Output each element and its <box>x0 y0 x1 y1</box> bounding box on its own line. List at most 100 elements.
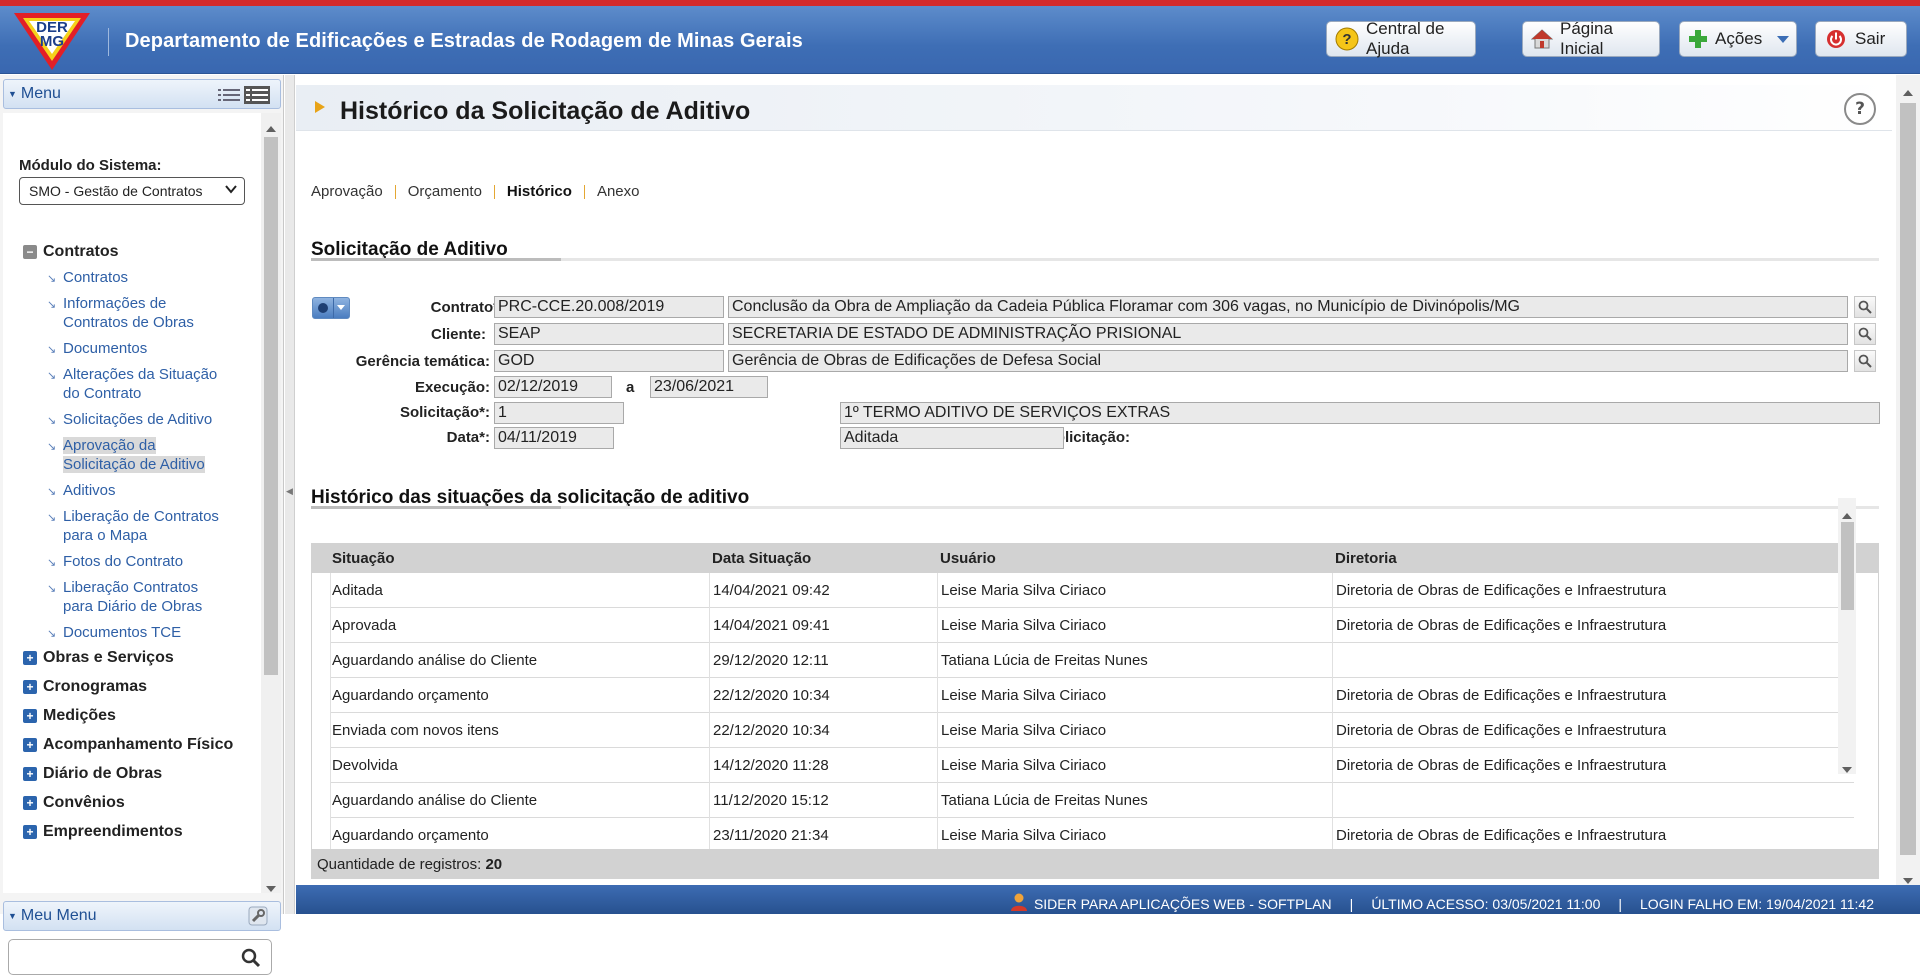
sidebar-splitter[interactable]: ◀ <box>285 75 295 914</box>
sidebar-item-fotos-contrato[interactable]: ↘ Fotos do Contrato <box>47 552 257 571</box>
actions-button[interactable]: Ações <box>1679 21 1797 57</box>
sidebar-item-documentos-tce[interactable]: ↘ Documentos TCE <box>47 623 257 642</box>
sidebar-item-aprovacao-solicitacao[interactable]: ↘ Aprovação da Solicitação de Aditivo <box>47 436 257 474</box>
contrato-desc-field[interactable]: Conclusão da Obra de Ampliação da Cadeia… <box>728 296 1848 318</box>
cell-divider <box>330 608 331 643</box>
sidebar-item-label: Fotos do Contrato <box>63 553 184 570</box>
scroll-up-arrow-icon[interactable] <box>1903 83 1913 101</box>
page-scrollbar[interactable] <box>1896 75 1920 885</box>
table-row[interactable]: Aprovada 14/04/2021 09:41 Leise Maria Si… <box>330 608 1854 643</box>
descricao-field[interactable]: 1º TERMO ADITIVO DE SERVIÇOS EXTRAS <box>840 402 1880 424</box>
home-page-label: Página Inicial <box>1560 19 1613 58</box>
cliente-desc-field[interactable]: SECRETARIA DE ESTADO DE ADMINISTRAÇÃO PR… <box>728 323 1848 345</box>
contrato-code-field[interactable]: PRC-CCE.20.008/2019 <box>494 296 724 318</box>
column-header-data-situacao[interactable]: Data Situação <box>712 550 811 567</box>
cell-situacao: Enviada com novos itens <box>332 722 499 739</box>
sidebar-item-contratos[interactable]: ↘ Contratos <box>47 268 257 287</box>
cell-divider <box>937 643 938 678</box>
collapse-arrow-icon[interactable]: ◀ <box>286 487 293 497</box>
column-header-situacao[interactable]: Situação <box>332 550 395 567</box>
tab-aprovacao[interactable]: Aprovação <box>311 183 383 200</box>
scroll-down-arrow-icon[interactable] <box>266 879 276 897</box>
der-mg-logo[interactable]: DER MG <box>10 10 94 72</box>
page-scroll-thumb[interactable] <box>1900 103 1916 855</box>
cell-divider <box>937 748 938 783</box>
expand-icon[interactable]: + <box>23 680 37 694</box>
sidebar-item-informacoes-contratos[interactable]: ↘ Informações de Contratos de Obras <box>47 294 257 332</box>
sidebar-item-liberacao-diario[interactable]: ↘ Liberação Contratos para Diário de Obr… <box>47 578 257 616</box>
collapse-icon[interactable]: − <box>23 245 37 259</box>
sidebar-item-aditivos[interactable]: ↘ Aditivos <box>47 481 257 500</box>
table-row[interactable]: Aguardando orçamento 23/11/2020 21:34 Le… <box>330 818 1854 849</box>
sidebar-item-liberacao-mapa[interactable]: ↘ Liberação de Contratos para o Mapa <box>47 507 257 545</box>
table-row[interactable]: Enviada com novos itens 22/12/2020 10:34… <box>330 713 1854 748</box>
cell-divider <box>330 573 331 608</box>
wrench-icon[interactable] <box>248 906 268 931</box>
cell-situacao: Aguardando orçamento <box>332 827 489 844</box>
expand-icon[interactable]: + <box>23 796 37 810</box>
expand-icon[interactable]: + <box>23 709 37 723</box>
cell-situacao: Aprovada <box>332 617 397 634</box>
sidebar-item-alteracoes-situacao[interactable]: ↘ Alterações da Situação do Contrato <box>47 365 257 403</box>
gerencia-desc-field[interactable]: Gerência de Obras de Edificações de Defe… <box>728 350 1848 372</box>
gerencia-search-button[interactable] <box>1854 350 1876 372</box>
table-row[interactable]: Aguardando análise do Cliente 11/12/2020… <box>330 783 1854 818</box>
detail-view-icon[interactable] <box>244 86 270 109</box>
cliente-code-field[interactable]: SEAP <box>494 323 724 345</box>
menu-search-input[interactable] <box>8 939 272 975</box>
menu-group-diario-obras[interactable]: + Diário de Obras <box>23 765 162 783</box>
footer-separator: | <box>1618 895 1623 912</box>
history-table-scrollbar[interactable] <box>1838 498 1856 774</box>
menu-group-cronogramas[interactable]: + Cronogramas <box>23 678 147 696</box>
menu-group-medicoes[interactable]: + Medições <box>23 707 116 725</box>
table-row[interactable]: Aguardando orçamento 22/12/2020 10:34 Le… <box>330 678 1854 713</box>
sidebar-item-documentos[interactable]: ↘ Documentos <box>47 339 257 358</box>
menu-header[interactable]: ▼ Menu <box>3 79 281 109</box>
my-menu-header[interactable]: ▼ Meu Menu <box>3 901 281 931</box>
table-row[interactable]: Aditada 14/04/2021 09:42 Leise Maria Sil… <box>330 573 1854 608</box>
menu-label: Menu <box>20 85 61 102</box>
scroll-up-arrow-icon[interactable] <box>266 119 276 137</box>
list-view-icon[interactable] <box>218 88 240 107</box>
search-icon[interactable] <box>241 948 261 972</box>
expand-icon[interactable]: + <box>23 767 37 781</box>
tab-historico[interactable]: Histórico <box>507 183 572 200</box>
data-field[interactable]: 04/11/2019 <box>494 427 614 449</box>
cliente-label: Cliente: <box>430 326 486 343</box>
sidebar-scroll-thumb[interactable] <box>264 137 278 675</box>
tab-anexo[interactable]: Anexo <box>597 183 640 200</box>
table-row[interactable]: Devolvida 14/12/2020 11:28 Leise Maria S… <box>330 748 1854 783</box>
menu-group-acompanhamento-fisico[interactable]: + Acompanhamento Físico <box>23 736 233 754</box>
module-select[interactable]: SMO - Gestão de Contratos <box>19 177 245 205</box>
column-header-diretoria[interactable]: Diretoria <box>1335 550 1397 567</box>
cell-divider <box>330 643 331 678</box>
sidebar-item-solicitacoes-aditivo[interactable]: ↘ Solicitações de Aditivo <box>47 410 257 429</box>
sidebar-scrollbar[interactable] <box>261 113 281 893</box>
exit-button[interactable]: Sair <box>1815 21 1907 57</box>
situacao-field[interactable]: Aditada <box>840 427 1064 449</box>
cliente-search-button[interactable] <box>1854 323 1876 345</box>
scroll-down-arrow-icon[interactable] <box>1842 760 1852 778</box>
gerencia-code-field[interactable]: GOD <box>494 350 724 372</box>
solicitacao-field[interactable]: 1 <box>494 402 624 424</box>
cell-divider <box>1332 643 1333 678</box>
menu-group-convenios[interactable]: + Convênios <box>23 794 125 812</box>
menu-group-empreendimentos[interactable]: + Empreendimentos <box>23 823 183 841</box>
menu-group-contratos[interactable]: − Contratos <box>23 243 119 261</box>
execucao-fim-field[interactable]: 23/06/2021 <box>650 376 768 398</box>
record-actions-button[interactable] <box>312 297 350 319</box>
history-scroll-thumb[interactable] <box>1841 522 1854 610</box>
table-row[interactable]: Aguardando análise do Cliente 29/12/2020… <box>330 643 1854 678</box>
contrato-search-button[interactable] <box>1854 296 1876 318</box>
tab-orcamento[interactable]: Orçamento <box>408 183 482 200</box>
menu-group-label: Convênios <box>43 794 125 811</box>
expand-icon[interactable]: + <box>23 651 37 665</box>
home-page-button[interactable]: Página Inicial <box>1522 19 1660 58</box>
help-center-button[interactable]: ? Central de Ajuda <box>1326 19 1476 58</box>
expand-icon[interactable]: + <box>23 825 37 839</box>
help-icon[interactable]: ? <box>1844 93 1876 125</box>
menu-group-obras-servicos[interactable]: + Obras e Serviços <box>23 649 174 667</box>
expand-icon[interactable]: + <box>23 738 37 752</box>
execucao-inicio-field[interactable]: 02/12/2019 <box>494 376 612 398</box>
column-header-usuario[interactable]: Usuário <box>940 550 996 567</box>
